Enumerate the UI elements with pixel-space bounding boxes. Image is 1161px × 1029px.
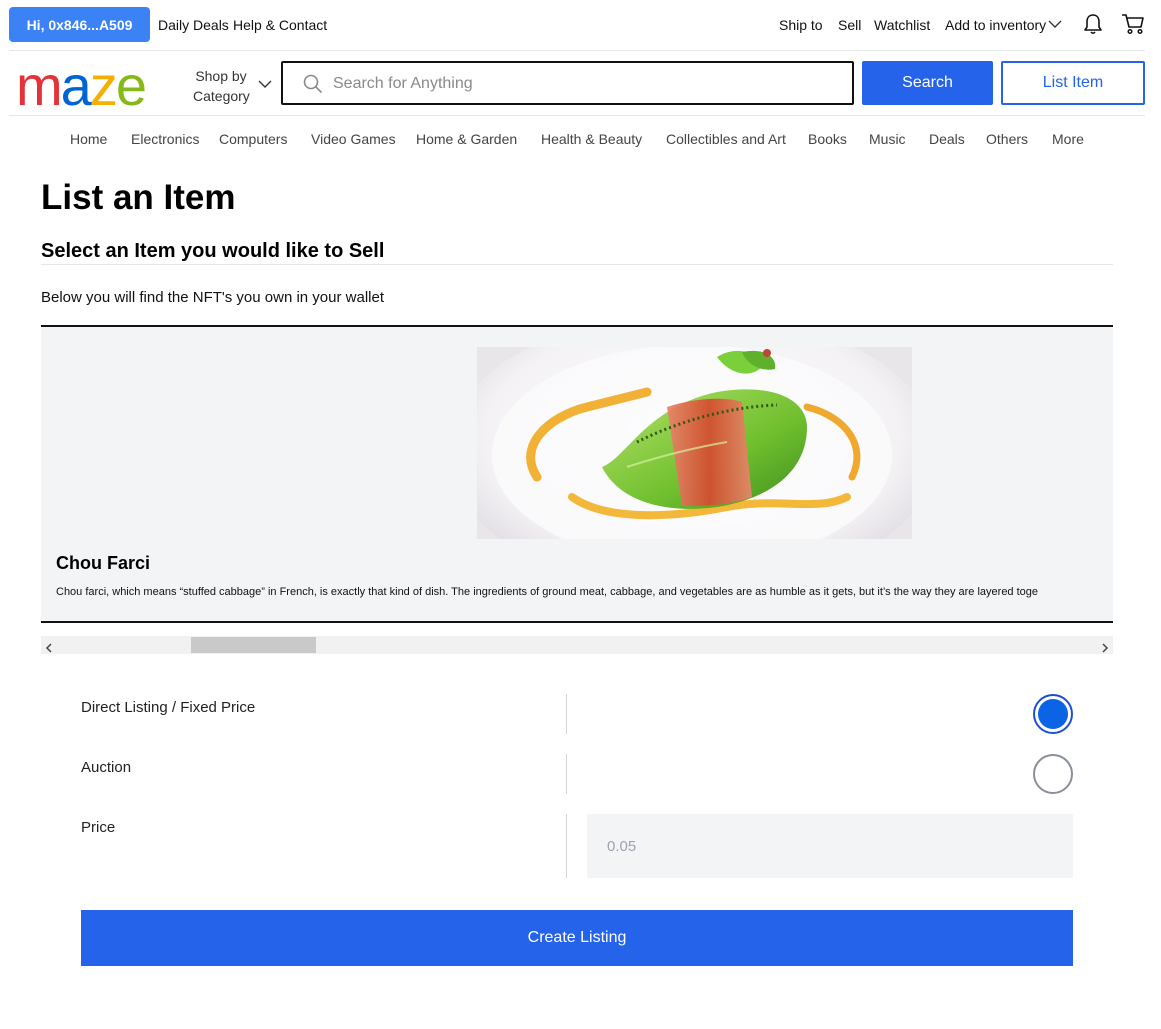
logo-letter-a: a <box>60 54 92 117</box>
watchlist-link[interactable]: Watchlist <box>874 17 930 33</box>
section-divider <box>41 264 1113 265</box>
search-icon <box>303 74 323 99</box>
cart-icon[interactable] <box>1121 13 1145 35</box>
ship-to-link[interactable]: Ship to <box>779 17 823 33</box>
logo-letter-e: e <box>115 54 147 117</box>
auction-label: Auction <box>81 759 132 776</box>
nav-item-music[interactable]: Music <box>869 131 906 147</box>
section-subtitle: Select an Item you would like to Sell <box>41 240 385 262</box>
nav-item-home-garden[interactable]: Home & Garden <box>416 131 517 147</box>
nav-item-deals[interactable]: Deals <box>929 131 965 147</box>
form-divider <box>566 814 567 878</box>
header-divider <box>9 115 1145 116</box>
search-button[interactable]: Search <box>862 61 993 105</box>
nav-item-books[interactable]: Books <box>808 131 847 147</box>
form-divider <box>566 754 567 794</box>
price-label: Price <box>81 819 116 836</box>
nav-item-electronics[interactable]: Electronics <box>131 131 199 147</box>
auction-radio[interactable] <box>1033 754 1073 794</box>
sell-link[interactable]: Sell <box>838 17 861 33</box>
direct-listing-radio[interactable] <box>1033 694 1073 734</box>
nav-item-more[interactable]: More <box>1052 131 1084 147</box>
nav-item-computers[interactable]: Computers <box>219 131 287 147</box>
search-bar <box>281 61 854 105</box>
nav-item-health-beauty[interactable]: Health & Beauty <box>541 131 642 147</box>
shop-by-category-button[interactable]: Shop by Category <box>193 66 250 106</box>
nft-description: Chou farci, which means “stuffed cabbage… <box>56 586 1039 598</box>
account-greeting-button[interactable]: Hi, 0x846...A509 <box>9 7 150 42</box>
nav-item-home[interactable]: Home <box>70 131 107 147</box>
list-item-button[interactable]: List Item <box>1001 61 1145 105</box>
category-label: Category <box>193 88 250 104</box>
chevron-left-icon[interactable] <box>45 640 53 658</box>
top-divider <box>9 50 1145 51</box>
maze-logo[interactable]: maze <box>16 54 147 117</box>
add-to-inventory-link[interactable]: Add to inventory <box>945 17 1046 33</box>
category-nav: Home Electronics Computers Video Games H… <box>0 131 1161 151</box>
nav-item-collectibles-art[interactable]: Collectibles and Art <box>666 131 786 147</box>
help-contact-link[interactable]: Help & Contact <box>233 17 327 33</box>
nft-gallery: Chou Farci Chou farci, which means “stuf… <box>41 325 1113 623</box>
page-title: List an Item <box>41 178 236 217</box>
chevron-down-icon[interactable] <box>258 76 272 94</box>
scrollbar-thumb[interactable] <box>191 637 316 653</box>
create-listing-button[interactable]: Create Listing <box>81 910 1073 966</box>
search-input[interactable] <box>331 71 835 97</box>
form-divider <box>566 694 567 734</box>
nav-item-others[interactable]: Others <box>986 131 1028 147</box>
nft-name: Chou Farci <box>56 553 151 573</box>
nav-item-video-games[interactable]: Video Games <box>311 131 396 147</box>
intro-text: Below you will find the NFT's you own in… <box>41 289 385 306</box>
price-input[interactable] <box>587 814 1073 878</box>
logo-letter-z: z <box>89 54 118 117</box>
nft-card-image[interactable] <box>477 347 912 539</box>
bell-icon[interactable] <box>1082 13 1104 35</box>
chevron-down-icon[interactable] <box>1046 15 1064 33</box>
gallery-horizontal-scrollbar[interactable] <box>41 636 1113 654</box>
shop-by-label: Shop by <box>195 68 247 84</box>
chevron-right-icon[interactable] <box>1101 640 1109 658</box>
daily-deals-link[interactable]: Daily Deals <box>158 17 229 33</box>
direct-listing-label: Direct Listing / Fixed Price <box>81 699 256 716</box>
top-bar: Hi, 0x846...A509 Daily Deals Help & Cont… <box>0 0 1161 50</box>
logo-letter-m: m <box>16 54 63 117</box>
